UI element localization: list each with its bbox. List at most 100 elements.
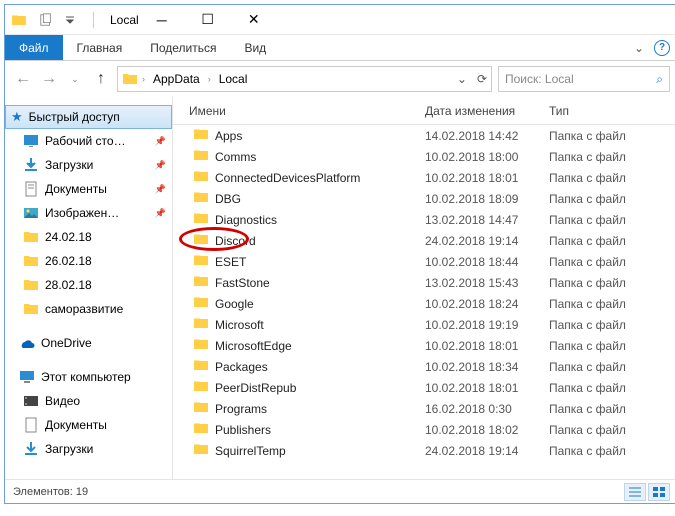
view-switcher — [624, 483, 670, 501]
refresh-icon[interactable]: ⟳ — [477, 72, 487, 86]
file-name: Comms — [215, 150, 256, 164]
ribbon-right: ⌄ ? — [634, 35, 675, 60]
file-row[interactable]: Google10.02.2018 18:24Папка с файл — [173, 293, 675, 314]
file-row[interactable]: Programs16.02.2018 0:30Папка с файл — [173, 398, 675, 419]
qat-properties-icon[interactable] — [35, 9, 57, 31]
sidebar-onedrive[interactable]: OneDrive — [5, 331, 172, 355]
sidebar-item-pictures[interactable]: Изображен…📌 — [5, 201, 172, 225]
folder-icon — [122, 71, 138, 87]
file-row[interactable]: SquirrelTemp24.02.2018 19:14Папка с файл — [173, 440, 675, 461]
sidebar-item-label: Загрузки — [45, 158, 93, 172]
file-row[interactable]: Discord24.02.2018 19:14Папка с файл — [173, 230, 675, 251]
statusbar: Элементов: 19 — [5, 479, 675, 503]
sidebar-item-desktop[interactable]: Рабочий сто…📌 — [5, 129, 172, 153]
file-row[interactable]: Diagnostics13.02.2018 14:47Папка с файл — [173, 209, 675, 230]
status-label: Элементов: — [13, 486, 73, 498]
minimize-button[interactable]: ─ — [139, 5, 185, 35]
nav-arrows: ← → ⌄ ↑ — [13, 69, 111, 89]
ribbon: Файл Главная Поделиться Вид ⌄ ? — [5, 35, 675, 61]
view-details-button[interactable] — [624, 483, 646, 501]
titlebar[interactable]: Local ─ ☐ ✕ — [5, 5, 675, 35]
file-type: Папка с файл — [549, 381, 675, 395]
sidebar-this-pc[interactable]: Этот компьютер — [5, 365, 172, 389]
chevron-down-icon[interactable]: ⌄ — [634, 41, 644, 55]
desktop-icon — [23, 133, 39, 149]
folder-icon — [23, 277, 39, 293]
breadcrumb[interactable]: › AppData › Local ⌄ ⟳ — [117, 66, 492, 92]
column-headers[interactable]: Имени Дата изменения Тип — [173, 97, 675, 125]
search-placeholder: Поиск: Local — [505, 72, 574, 86]
sidebar-quick-access[interactable]: ★ Быстрый доступ — [5, 105, 172, 129]
header-type[interactable]: Тип — [549, 104, 675, 118]
document-icon — [23, 417, 39, 433]
dropdown-icon[interactable]: ⌄ — [457, 72, 467, 86]
search-input[interactable]: Поиск: Local ⌕ — [498, 66, 670, 92]
explorer-window: Local ─ ☐ ✕ Файл Главная Поделиться Вид … — [4, 4, 675, 504]
sidebar-item-folder[interactable]: 28.02.18 — [5, 273, 172, 297]
file-date: 10.02.2018 18:24 — [425, 297, 549, 311]
file-type: Папка с файл — [549, 192, 675, 206]
sidebar-item-folder[interactable]: саморазвитие — [5, 297, 172, 321]
status-count: 19 — [76, 486, 88, 498]
header-name[interactable]: Имени — [173, 104, 425, 118]
sidebar-item-downloads[interactable]: Загрузки — [5, 437, 172, 461]
chevron-right-icon[interactable]: › — [142, 74, 145, 84]
header-date[interactable]: Дата изменения — [425, 104, 549, 118]
file-row[interactable]: DBG10.02.2018 18:09Папка с файл — [173, 188, 675, 209]
help-icon[interactable]: ? — [654, 40, 670, 56]
sidebar[interactable]: ★ Быстрый доступ Рабочий сто…📌 Загрузки📌… — [5, 97, 173, 479]
file-list[interactable]: Apps14.02.2018 14:42Папка с файлComms10.… — [173, 125, 675, 479]
sidebar-item-folder[interactable]: 26.02.18 — [5, 249, 172, 273]
file-row[interactable]: ConnectedDevicesPlatform10.02.2018 18:01… — [173, 167, 675, 188]
sidebar-item-documents[interactable]: Документы — [5, 413, 172, 437]
file-date: 10.02.2018 18:09 — [425, 192, 549, 206]
folder-icon — [193, 126, 209, 145]
search-icon[interactable]: ⌕ — [656, 72, 663, 87]
file-type: Папка с файл — [549, 423, 675, 437]
window-title: Local — [106, 13, 139, 27]
file-row[interactable]: Apps14.02.2018 14:42Папка с файл — [173, 125, 675, 146]
folder-icon — [23, 253, 39, 269]
up-button[interactable]: ↑ — [91, 69, 111, 89]
qat-dropdown-icon[interactable] — [59, 9, 81, 31]
file-row[interactable]: Publishers10.02.2018 18:02Папка с файл — [173, 419, 675, 440]
sidebar-item-folder[interactable]: 24.02.18 — [5, 225, 172, 249]
file-row[interactable]: Microsoft10.02.2018 19:19Папка с файл — [173, 314, 675, 335]
file-row[interactable]: Comms10.02.2018 18:00Папка с файл — [173, 146, 675, 167]
window-controls: ─ ☐ ✕ — [139, 5, 277, 35]
crumb-local[interactable]: Local — [215, 72, 252, 86]
file-name: SquirrelTemp — [215, 444, 286, 458]
file-date: 10.02.2018 18:44 — [425, 255, 549, 269]
file-date: 24.02.2018 19:14 — [425, 444, 549, 458]
file-row[interactable]: FastStone13.02.2018 15:43Папка с файл — [173, 272, 675, 293]
navbar: ← → ⌄ ↑ › AppData › Local ⌄ ⟳ Поиск: Loc… — [5, 61, 675, 97]
file-row[interactable]: PeerDistRepub10.02.2018 18:01Папка с фай… — [173, 377, 675, 398]
close-button[interactable]: ✕ — [231, 5, 277, 35]
sidebar-item-documents[interactable]: Документы📌 — [5, 177, 172, 201]
tab-file[interactable]: Файл — [5, 35, 63, 60]
crumb-appdata[interactable]: AppData — [149, 72, 204, 86]
folder-icon — [193, 147, 209, 166]
sidebar-item-videos[interactable]: Видео — [5, 389, 172, 413]
sidebar-item-label: Этот компьютер — [41, 370, 131, 384]
sidebar-item-label: Рабочий сто… — [45, 134, 126, 148]
file-row[interactable]: MicrosoftEdge10.02.2018 18:01Папка с фай… — [173, 335, 675, 356]
back-button[interactable]: ← — [13, 69, 33, 89]
file-type: Папка с файл — [549, 171, 675, 185]
tab-share[interactable]: Поделиться — [136, 35, 230, 60]
titlebar-left: Local — [5, 9, 139, 31]
sidebar-item-downloads[interactable]: Загрузки📌 — [5, 153, 172, 177]
view-icons-button[interactable] — [648, 483, 670, 501]
file-row[interactable]: Packages10.02.2018 18:34Папка с файл — [173, 356, 675, 377]
file-row[interactable]: ESET10.02.2018 18:44Папка с файл — [173, 251, 675, 272]
maximize-button[interactable]: ☐ — [185, 5, 231, 35]
forward-button[interactable]: → — [39, 69, 59, 89]
chevron-right-icon[interactable]: › — [208, 74, 211, 84]
tab-home[interactable]: Главная — [63, 35, 137, 60]
tab-view[interactable]: Вид — [230, 35, 280, 60]
file-name: ESET — [215, 255, 246, 269]
file-date: 10.02.2018 19:19 — [425, 318, 549, 332]
sidebar-item-label: Документы — [45, 182, 107, 196]
recent-dropdown-icon[interactable]: ⌄ — [65, 69, 85, 89]
file-type: Папка с файл — [549, 339, 675, 353]
